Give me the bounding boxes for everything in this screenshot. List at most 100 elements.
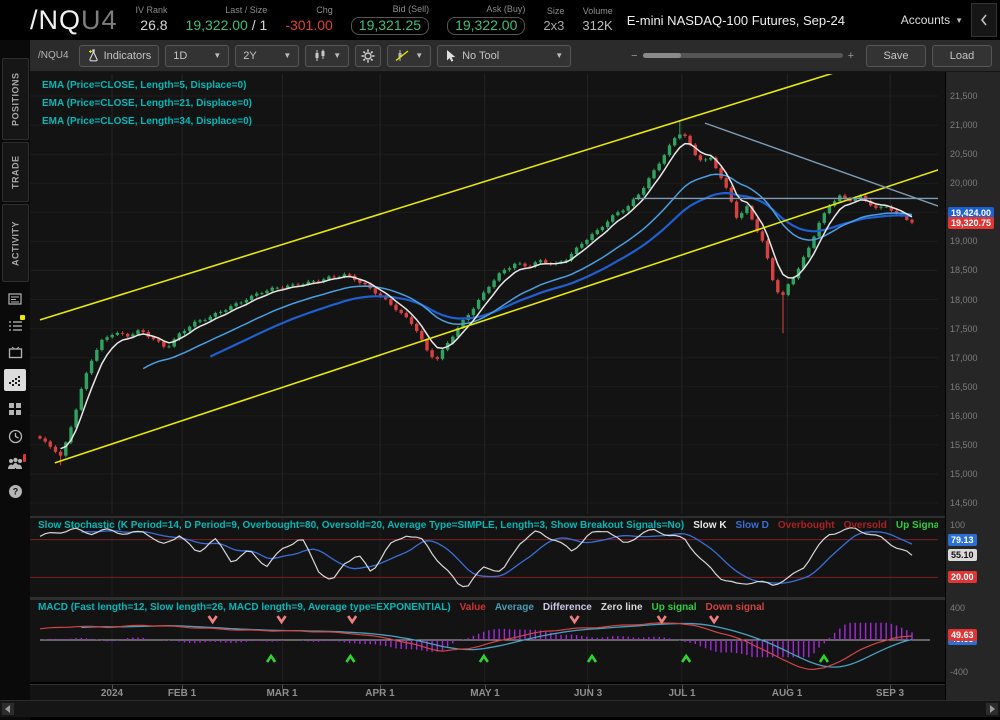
zoom-in-icon[interactable]: + bbox=[848, 50, 854, 62]
indicators-button[interactable]: Indicators bbox=[78, 44, 160, 67]
load-button[interactable]: Load bbox=[932, 44, 992, 67]
last-price: 19,322.00 bbox=[185, 17, 248, 34]
stoch-bubble: 79.13 bbox=[948, 534, 977, 546]
down-signal-arrow bbox=[656, 615, 667, 625]
price-tick-label: 17,000 bbox=[950, 353, 978, 363]
ask-field: Ask (Buy) 19,322.00 bbox=[447, 4, 526, 35]
macd-value-bubble: 49.63 bbox=[948, 629, 977, 641]
ema-34-line[interactable] bbox=[209, 191, 913, 358]
last-size-field: Last / Size 19,322.00 / 1 bbox=[185, 5, 268, 34]
stochastic-panel[interactable]: Slow Stochastic (K Period=14, D Period=9… bbox=[30, 518, 945, 597]
chart-tab-label[interactable]: /NQU4 bbox=[38, 50, 69, 61]
price-chart-canvas[interactable] bbox=[30, 72, 945, 516]
ema-label: EMA (Price=CLOSE, Length=5, Displace=0) bbox=[42, 80, 247, 91]
symbol-header: /NQU4 IV Rank 26.8 Last / Size 19,322.00… bbox=[0, 0, 1000, 40]
chevron-left-icon bbox=[980, 14, 987, 26]
chart-scrollbar[interactable] bbox=[0, 700, 1000, 717]
accounts-dropdown[interactable]: Accounts ▼ bbox=[901, 13, 963, 27]
zoom-slider[interactable]: − + bbox=[631, 50, 854, 62]
up-signal-arrow bbox=[586, 653, 598, 663]
legend-item: Overbought bbox=[777, 520, 835, 531]
up-signal-arrow bbox=[478, 653, 489, 663]
price-tick-label: 15,500 bbox=[950, 440, 978, 450]
price-tick-label: 16,500 bbox=[950, 382, 978, 392]
timeframe-dropdown[interactable]: 1D ▼ bbox=[165, 44, 230, 67]
bid-button[interactable]: 19,321.25 bbox=[350, 17, 430, 35]
symbol-title: /NQU4 bbox=[30, 4, 118, 35]
sidebar-tab-trade[interactable]: TRADE bbox=[2, 142, 29, 202]
history-icon[interactable] bbox=[4, 425, 26, 447]
price-tick-label: 20,500 bbox=[950, 149, 978, 159]
time-axis[interactable]: 2024 FEB 1 MAR 1 APR 1 MAY 1 JUN 3 JUL 1 AUG 1 S… bbox=[30, 684, 945, 701]
left-sidebar: POSITIONS TRADE ACTIVITY ? bbox=[0, 40, 30, 720]
scroll-left-icon[interactable] bbox=[2, 703, 14, 715]
active-tool-dropdown[interactable]: No Tool ▼ bbox=[437, 44, 572, 67]
chevron-down-icon: ▼ bbox=[955, 15, 963, 25]
zoom-out-icon[interactable]: − bbox=[631, 50, 637, 62]
chart-settings-button[interactable] bbox=[355, 44, 382, 67]
instrument-description: E-mini NASDAQ-100 Futures, Sep-24 bbox=[626, 12, 845, 28]
chart-type-dropdown[interactable]: ▼ bbox=[305, 44, 350, 67]
ema-5-line[interactable] bbox=[60, 142, 913, 450]
last-size: / 1 bbox=[251, 17, 268, 34]
price-tick-label: 17,500 bbox=[950, 324, 978, 334]
ema-21-line[interactable] bbox=[142, 173, 913, 370]
trading-platform-window: /NQU4 IV Rank 26.8 Last / Size 19,322.00… bbox=[0, 0, 1000, 720]
time-tick-label: JUN 3 bbox=[573, 688, 603, 699]
macd-title: MACD (Fast length=12, Slow length=26, MA… bbox=[38, 602, 451, 613]
chart-toolbar: /NQU4 Indicators 1D ▼ 2Y ▼ ▼ ▼ No Tool ▼… bbox=[30, 40, 1000, 72]
price-tick-label: 14,500 bbox=[950, 498, 978, 508]
zoom-slider-thumb[interactable] bbox=[642, 53, 681, 58]
up-signal-arrow bbox=[345, 653, 356, 663]
candlestick-chart-icon bbox=[315, 49, 325, 61]
price-tick-label: 19,000 bbox=[950, 236, 978, 246]
size-value: 2x3 bbox=[543, 17, 565, 33]
ask-button[interactable]: 19,322.00 bbox=[447, 17, 526, 35]
help-icon[interactable]: ? bbox=[4, 480, 26, 502]
sidebar-tab-activity[interactable]: ACTIVITY bbox=[2, 204, 29, 282]
widgets-icon[interactable] bbox=[4, 398, 26, 420]
legend-item: Slow D bbox=[735, 520, 769, 531]
zoom-slider-track[interactable] bbox=[642, 53, 843, 58]
size-field: Size 2x3 bbox=[543, 5, 565, 33]
legend-item: Difference bbox=[542, 602, 592, 613]
news-icon[interactable] bbox=[4, 288, 26, 310]
price-tick-label: 21,000 bbox=[950, 120, 978, 130]
time-tick-label: SEP 3 bbox=[875, 688, 905, 699]
collapse-panel-button[interactable] bbox=[971, 3, 997, 37]
chevron-down-icon: ▼ bbox=[415, 51, 424, 60]
notification-badge bbox=[23, 454, 26, 462]
chevron-down-icon: ▼ bbox=[283, 51, 292, 60]
save-button[interactable]: Save bbox=[866, 44, 926, 67]
iv-rank-value: 26.8 bbox=[140, 17, 168, 34]
macd-panel[interactable]: MACD (Fast length=12, Slow length=26, MA… bbox=[30, 600, 945, 682]
ema-label: EMA (Price=CLOSE, Length=34, Displace=0) bbox=[42, 116, 252, 127]
tv-icon[interactable] bbox=[4, 342, 26, 364]
pattern-icon[interactable] bbox=[4, 369, 26, 391]
time-tick-label: MAR 1 bbox=[266, 688, 298, 699]
channel-lower-trendline[interactable] bbox=[54, 164, 945, 464]
time-tick-label: APR 1 bbox=[365, 688, 395, 699]
scroll-right-icon[interactable] bbox=[986, 703, 998, 715]
community-icon[interactable] bbox=[4, 452, 26, 474]
gear-icon bbox=[361, 49, 375, 62]
range-dropdown[interactable]: 2Y ▼ bbox=[235, 44, 300, 67]
svg-text:?: ? bbox=[12, 486, 18, 496]
cursor-icon bbox=[447, 50, 456, 62]
change-value: -301.00 bbox=[285, 17, 333, 34]
chevron-down-icon: ▼ bbox=[213, 51, 222, 60]
change-field: Chg -301.00 bbox=[285, 5, 333, 34]
price-chart-panel[interactable]: EMA (Price=CLOSE, Length=5, Displace=0) E… bbox=[30, 72, 945, 516]
stochastic-title: Slow Stochastic (K Period=14, D Period=9… bbox=[38, 520, 685, 531]
drawing-style-dropdown[interactable]: ▼ bbox=[387, 44, 432, 67]
time-tick-label: JUL 1 bbox=[668, 688, 696, 699]
volume-value: 312K bbox=[582, 17, 613, 33]
watchlist-icon[interactable] bbox=[4, 315, 26, 337]
time-tick-label: AUG 1 bbox=[771, 688, 803, 699]
macd-axis-label: 400 bbox=[950, 603, 966, 613]
up-signal-arrow bbox=[681, 653, 692, 663]
legend-item: Up signal bbox=[651, 602, 697, 613]
price-axis[interactable]: 21,50021,00020,50020,00019,50019,00018,5… bbox=[945, 72, 1000, 700]
down-signal-arrow bbox=[276, 615, 287, 625]
sidebar-tab-positions[interactable]: POSITIONS bbox=[2, 58, 29, 140]
